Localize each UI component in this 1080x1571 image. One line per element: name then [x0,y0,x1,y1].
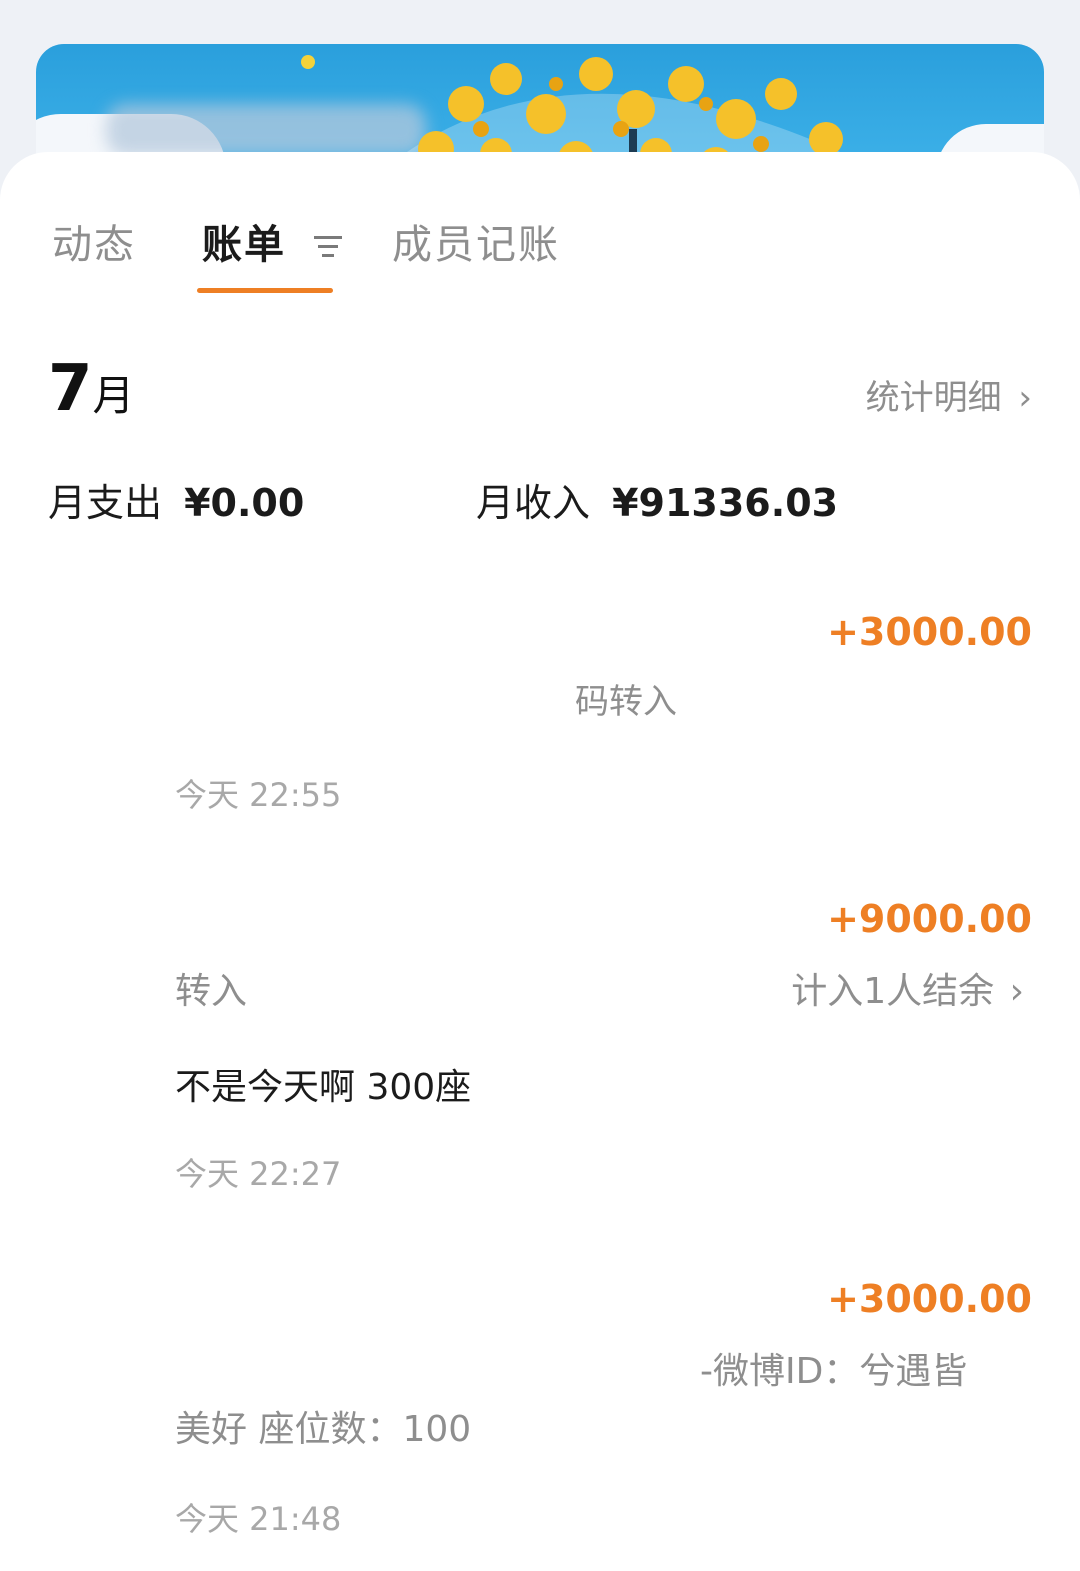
settle-balance-link[interactable]: 计入1人结余 › [791,962,1024,1014]
tab-member-accounting[interactable]: 成员记账 [392,212,560,270]
transaction-time: 今天 22:55 [175,776,342,814]
expense-label: 月支出 [48,481,163,525]
income-value: ¥91336.03 [612,481,839,525]
transaction-description: 码转入 [575,682,677,722]
chevron-right-icon: › [1018,378,1032,418]
transaction-amount: +9000.00 [827,897,1032,941]
filter-icon[interactable] [312,234,344,260]
tab-bills[interactable]: 账单 [202,212,344,270]
income-label: 月收入 [476,481,591,525]
transaction-time: 今天 22:27 [175,1155,342,1193]
month-number: 7 [48,352,93,426]
tab-dynamics-label: 动态 [52,222,136,268]
tab-dynamics[interactable]: 动态 [52,212,136,270]
transaction-amount: +3000.00 [827,610,1032,654]
expense-value: ¥0.00 [184,481,305,525]
transaction-time: 今天 21:48 [175,1500,342,1538]
stats-detail-link[interactable]: 统计明细 › [866,370,1032,419]
active-tab-indicator [197,288,333,293]
monthly-summary: 月支出 ¥0.00 月收入 ¥91336.03 [48,472,1032,527]
tab-bar: 动态 账单 成员记账 [0,212,1080,302]
month-header: 7月 统计明细 › [48,352,1032,432]
month-unit: 月 [92,371,135,420]
transaction-note-line1: -微博ID：兮遇皆 [700,1351,968,1392]
tab-bills-label: 账单 [202,222,286,268]
settle-balance-label: 计入1人结余 [791,971,995,1012]
stats-detail-label: 统计明细 [865,378,1002,418]
transaction-type: 转入 [175,971,248,1012]
transaction-note: 不是今天啊 300座 [175,1067,472,1108]
tab-member-accounting-label: 成员记账 [392,222,560,268]
transaction-note-line2: 美好 座位数：100 [175,1409,472,1450]
transaction-amount: +3000.00 [827,1277,1032,1321]
chevron-right-icon: › [1009,971,1024,1012]
bill-card: 动态 账单 成员记账 7月 统计明细 › 月支出 ¥0.00 月收入 ¥9133… [0,152,1080,1571]
